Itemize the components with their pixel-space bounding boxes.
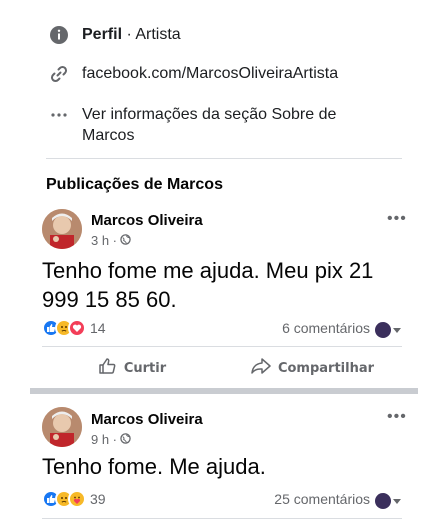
more-info-row[interactable]: Ver informações da seção Sobre de Marcos [48, 104, 372, 146]
like-button-label: Curtir [123, 360, 167, 376]
post-action-divider [42, 518, 402, 519]
author-avatar[interactable] [42, 209, 82, 249]
post-time[interactable]: 3 h · [91, 233, 117, 248]
comments-count[interactable]: 25 comentários [274, 491, 370, 507]
reaction-count: 39 [90, 491, 106, 507]
profile-link[interactable]: facebook.com/MarcosOliveiraArtista [82, 63, 338, 84]
post-time[interactable]: 9 h · [91, 432, 117, 447]
chevron-down-icon [393, 327, 401, 333]
globe-icon [120, 233, 131, 248]
like-button[interactable]: Curtir [42, 348, 222, 388]
post-meta: 9 h · [91, 432, 131, 447]
about-divider [46, 158, 402, 159]
thumbs-up-icon [98, 356, 118, 380]
posts-section-title: Publicações de Marcos [46, 176, 223, 193]
profile-separator: · [126, 26, 132, 43]
reaction-viewer-selector[interactable] [375, 322, 401, 338]
post-more-button[interactable]: ••• [387, 408, 407, 426]
about-section: Perfil · Artista facebook.com/MarcosOliv… [0, 0, 421, 160]
viewer-avatar [375, 493, 391, 509]
love-reaction-icon [68, 319, 86, 337]
link-row[interactable]: facebook.com/MarcosOliveiraArtista [48, 63, 338, 85]
share-button[interactable]: Compartilhar [222, 348, 402, 388]
post-text: Tenho fome me ajuda. Meu pix 21 999 15 8… [42, 258, 374, 312]
reactions-summary[interactable]: 14 [42, 319, 106, 337]
chevron-down-icon [393, 498, 401, 504]
profile-label: Perfil [82, 26, 123, 43]
post-meta: 3 h · [91, 233, 131, 248]
profile-row: Perfil · Artista [48, 24, 181, 46]
author-avatar[interactable] [42, 407, 82, 447]
info-icon [48, 24, 70, 46]
post-more-button[interactable]: ••• [387, 210, 407, 228]
reactions-summary[interactable]: 39 [42, 490, 106, 508]
more-info-link[interactable]: Ver informações da seção Sobre de Marcos [82, 104, 372, 146]
post-author[interactable]: Marcos Oliveira [91, 212, 203, 229]
viewer-avatar [375, 322, 391, 338]
more-horizontal-icon [48, 104, 70, 126]
post-action-divider [42, 346, 402, 347]
post-author[interactable]: Marcos Oliveira [91, 411, 203, 428]
comments-count[interactable]: 6 comentários [282, 320, 370, 336]
share-arrow-icon [250, 356, 272, 380]
profile-category: Artista [135, 26, 181, 43]
care-reaction-icon [68, 490, 86, 508]
post-text: Tenho fome. Me ajuda. [42, 454, 266, 479]
share-button-label: Compartilhar [277, 360, 375, 376]
link-icon [48, 63, 70, 85]
reaction-viewer-selector[interactable] [375, 493, 401, 509]
globe-icon [120, 432, 131, 447]
post-separator [30, 388, 418, 394]
post-actions: Curtir Compartilhar [42, 348, 402, 388]
reaction-count: 14 [90, 320, 106, 336]
profile-info: Perfil · Artista [82, 24, 181, 45]
